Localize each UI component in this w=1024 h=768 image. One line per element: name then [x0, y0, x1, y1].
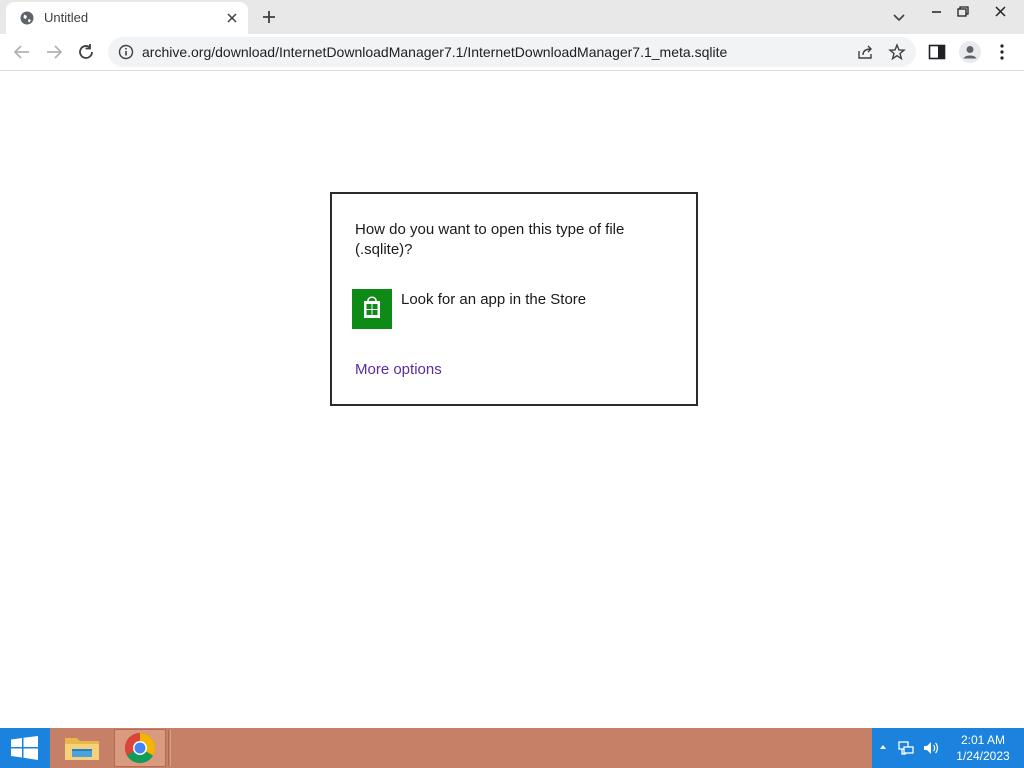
- close-window-icon[interactable]: [986, 2, 1016, 22]
- chrome-icon: [124, 733, 156, 764]
- store-icon[interactable]: [352, 289, 392, 329]
- kebab-menu-icon[interactable]: [994, 43, 1010, 61]
- info-icon[interactable]: [118, 44, 134, 60]
- taskbar-file-explorer[interactable]: [56, 729, 108, 767]
- dialog-question: How do you want to open this type of fil…: [355, 221, 625, 258]
- clock-date[interactable]: 1/24/2023: [950, 749, 1016, 763]
- folder-icon: [65, 738, 99, 760]
- url-text[interactable]: archive.org/download/InternetDownloadMan…: [142, 44, 727, 60]
- windows-logo-icon: [11, 736, 38, 760]
- more-options-link[interactable]: More options: [355, 361, 442, 378]
- profile-avatar-icon[interactable]: [958, 40, 982, 64]
- plus-icon[interactable]: [260, 8, 278, 26]
- start-button[interactable]: [0, 728, 50, 768]
- open-with-dialog: How do you want to open this type of fil…: [330, 192, 698, 406]
- restore-icon[interactable]: [948, 2, 978, 22]
- network-icon[interactable]: [898, 740, 914, 756]
- back-arrow-icon[interactable]: [11, 41, 33, 63]
- show-hidden-icons-icon[interactable]: [878, 742, 888, 752]
- system-tray: 2:01 AM 1/24/2023: [872, 728, 1024, 768]
- address-bar[interactable]: archive.org/download/InternetDownloadMan…: [108, 37, 916, 67]
- bookmark-star-icon[interactable]: [888, 43, 906, 61]
- reload-icon[interactable]: [75, 41, 97, 63]
- taskbar-chrome[interactable]: [114, 729, 166, 767]
- forward-arrow-icon[interactable]: [43, 41, 65, 63]
- tab-title: Untitled: [44, 10, 89, 25]
- store-option-label[interactable]: Look for an app in the Store: [401, 291, 586, 308]
- browser-toolbar: archive.org/download/InternetDownloadMan…: [0, 34, 1024, 71]
- globe-icon: [20, 11, 34, 25]
- chevron-down-icon[interactable]: [890, 9, 908, 25]
- side-panel-icon[interactable]: [928, 44, 946, 60]
- browser-tab[interactable]: Untitled: [6, 2, 248, 34]
- volume-icon[interactable]: [922, 740, 940, 756]
- tab-strip: Untitled: [0, 0, 1024, 34]
- taskbar-divider: [168, 730, 171, 766]
- taskbar: 2:01 AM 1/24/2023: [0, 728, 1024, 768]
- share-icon[interactable]: [856, 44, 874, 60]
- clock-time[interactable]: 2:01 AM: [952, 733, 1014, 747]
- close-tab-icon[interactable]: [224, 10, 240, 26]
